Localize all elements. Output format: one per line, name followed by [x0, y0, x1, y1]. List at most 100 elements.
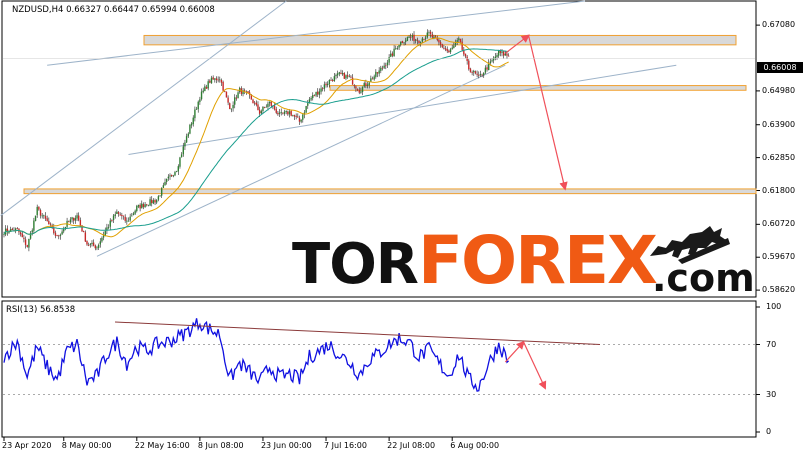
candle-body [134, 210, 136, 214]
candle-body [161, 188, 163, 196]
candle-body [506, 53, 508, 56]
candle-body [478, 74, 480, 76]
rsi-header: RSI(13) 56.8538 [6, 305, 76, 315]
candle-body [34, 215, 37, 221]
price-tick-label: 0.60720 [762, 219, 796, 229]
candle-body [257, 104, 259, 111]
candle-body [82, 230, 85, 233]
candle-body [408, 36, 410, 38]
candle-body [21, 233, 23, 238]
candle-body [385, 65, 387, 67]
candle-body [333, 76, 336, 82]
candle-body [330, 79, 332, 81]
candle-body [395, 48, 397, 50]
candle-body [293, 114, 296, 117]
candle-body [139, 204, 141, 209]
candle-body [144, 204, 146, 208]
candle-body [190, 123, 193, 126]
symbol-header: NZDUSD,H4 0.66327 0.66447 0.65994 0.6600… [12, 5, 215, 15]
candle-body [325, 83, 327, 86]
candle-body [471, 72, 473, 73]
logo-text-com: .com [652, 256, 755, 300]
candle-body [496, 55, 498, 57]
candle-body [89, 243, 92, 245]
rsi-tick-label: 70 [766, 339, 777, 349]
candle-body [468, 60, 470, 70]
candle-body [335, 74, 337, 77]
candle-body [84, 232, 87, 242]
candle-body [142, 204, 145, 207]
candle-body [285, 110, 287, 113]
candle-body [388, 57, 390, 63]
candle-body [182, 146, 184, 155]
candle-body [448, 50, 450, 53]
candle-body [358, 90, 360, 93]
candle-body [366, 84, 369, 86]
candle-body [419, 41, 422, 43]
candle-body [253, 102, 256, 104]
candle-body [200, 91, 203, 100]
candle-body [383, 65, 385, 68]
candle-body [46, 218, 48, 222]
candle-body [336, 73, 339, 76]
candle-body [305, 106, 307, 113]
candle-body [390, 53, 392, 57]
candle-body [194, 109, 196, 119]
candle-body [290, 110, 292, 116]
candle-body [149, 199, 151, 206]
candle-body [167, 176, 170, 179]
candle-body [255, 102, 258, 105]
candle-body [220, 79, 223, 83]
candle-body [141, 203, 143, 209]
candle-body [97, 244, 100, 248]
candle-body [94, 245, 96, 249]
time-tick-label: 7 Jul 16:00 [324, 441, 367, 450]
candle-body [162, 185, 165, 188]
candle-body [438, 39, 440, 43]
candle-body [270, 101, 272, 106]
candle-body [36, 206, 38, 216]
candle-body [210, 77, 213, 84]
candle-body [418, 41, 420, 43]
candle-body [260, 111, 262, 114]
candle-body [493, 57, 495, 61]
candle-body [96, 247, 98, 249]
candle-body [122, 215, 125, 217]
candle-body [195, 108, 198, 110]
candle-body [355, 86, 357, 89]
logo-text-forex: FOREX [417, 222, 658, 299]
candle-body [353, 84, 355, 87]
candle-body [151, 199, 153, 204]
candle-body [91, 242, 93, 244]
time-tick-label: 6 Aug 00:00 [450, 441, 500, 450]
candle-body [453, 45, 455, 48]
candle-body [458, 38, 460, 41]
candle-body [481, 74, 483, 76]
candle-body [73, 217, 75, 221]
price-tick-label: 0.64980 [762, 85, 796, 95]
candle-body [215, 78, 218, 81]
candle-body [209, 80, 211, 83]
rsi-tick-label: 100 [766, 302, 782, 311]
candle-body [416, 39, 419, 41]
candle-body [273, 105, 276, 110]
candle-body [23, 237, 25, 239]
candle-body [230, 108, 233, 110]
candle-body [341, 73, 344, 75]
candle-body [338, 72, 341, 74]
candle-body [116, 211, 118, 215]
candle-body [380, 67, 382, 71]
candle-body [129, 216, 131, 221]
candle-body [232, 104, 234, 109]
candle-body [350, 76, 352, 78]
candle-body [252, 99, 254, 104]
candle-body [127, 220, 130, 222]
candle-body [307, 103, 309, 106]
candle-body [204, 86, 206, 92]
candle-body [424, 37, 427, 39]
candle-body [288, 111, 291, 115]
candle-body [112, 215, 115, 221]
candle-body [119, 214, 121, 216]
torforex-logo: TORFOREX .com [292, 222, 755, 300]
candle-body [111, 220, 113, 221]
